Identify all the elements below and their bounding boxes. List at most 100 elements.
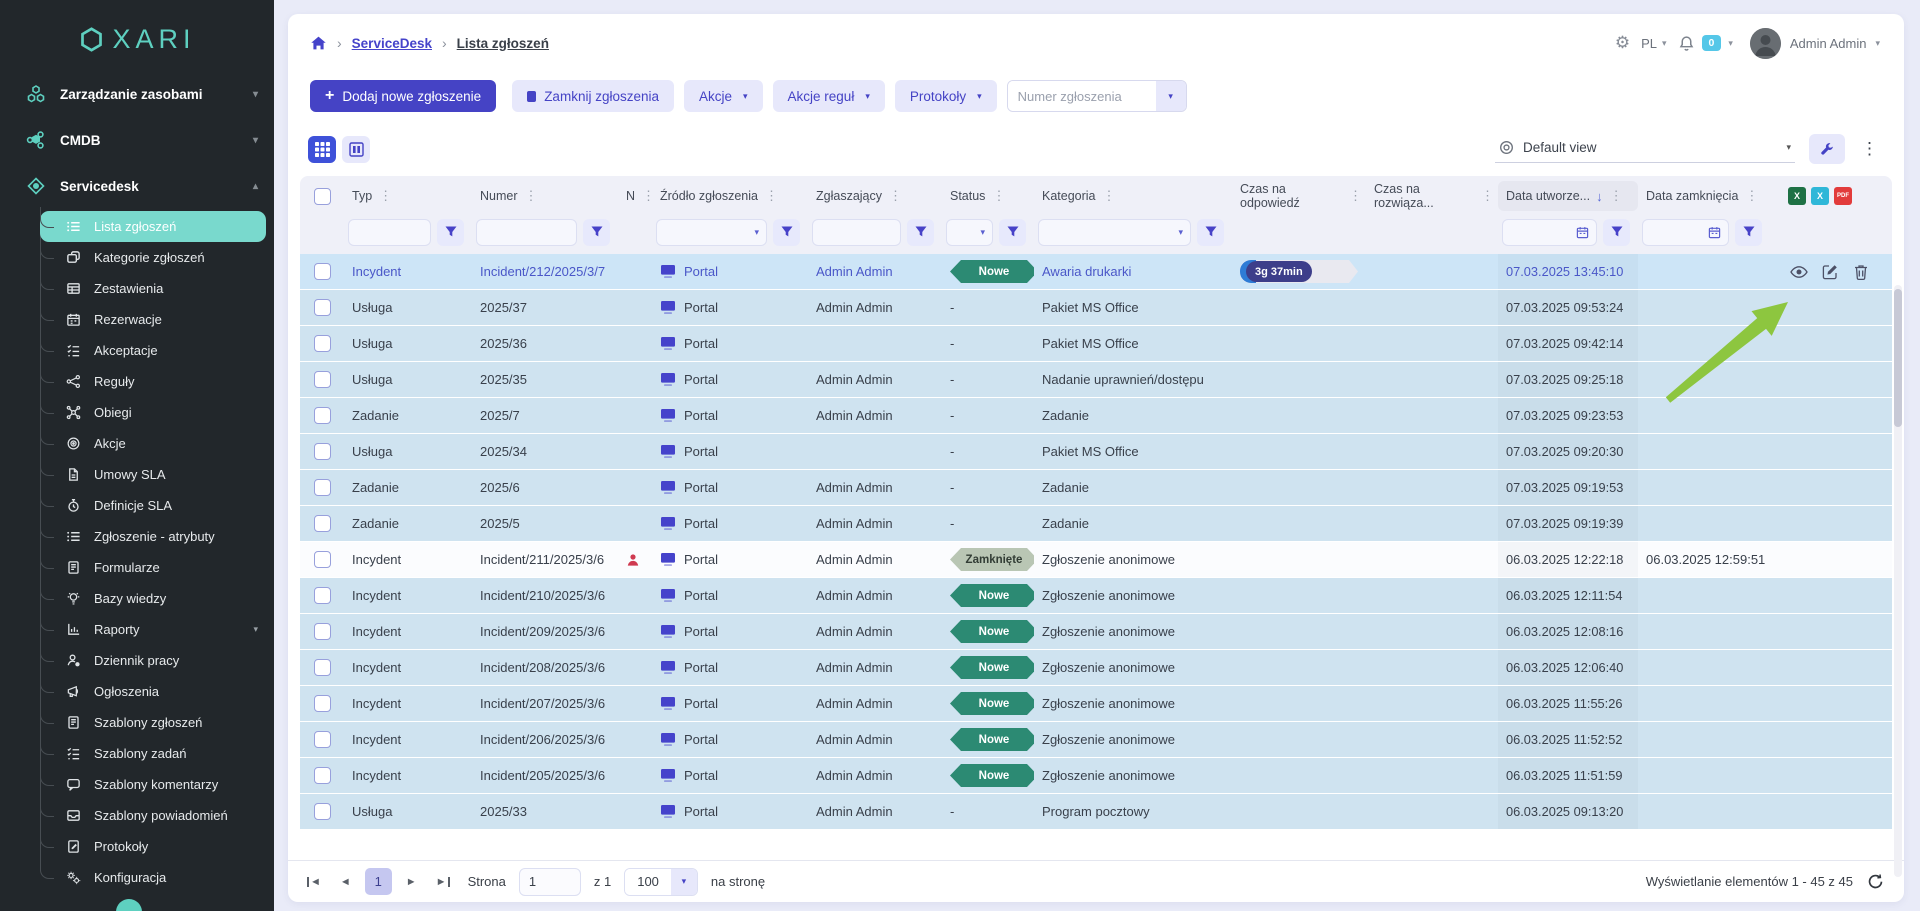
last-page-button[interactable]: ►	[431, 874, 455, 890]
row-checkbox[interactable]	[314, 479, 331, 496]
sidebar-item-dziennik-pracy[interactable]: Dziennik pracy	[40, 645, 266, 676]
filter-funnel-icon[interactable]	[907, 219, 934, 246]
row-checkbox[interactable]	[314, 731, 331, 748]
sidebar-item-zarzadzanie-zasobami[interactable]: Zarządzanie zasobami ▾	[0, 71, 274, 117]
pdf-export-icon[interactable]: PDF	[1834, 187, 1852, 205]
table-row[interactable]: IncydentIncident/205/2025/3/6PortalAdmin…	[300, 758, 1892, 794]
filter-input-zglaszajacy[interactable]	[812, 219, 901, 246]
row-checkbox[interactable]	[314, 263, 331, 280]
sidebar-item-szablony-powiadomie[interactable]: Szablony powiadomień	[40, 800, 266, 831]
page-size-select[interactable]: 100 ▾	[624, 868, 698, 896]
filter-funnel-icon[interactable]	[1197, 219, 1224, 246]
row-checkbox[interactable]	[314, 587, 331, 604]
preview-eye-button[interactable]	[1790, 263, 1808, 281]
actions-dropdown[interactable]: Akcje ▾	[684, 80, 763, 112]
add-ticket-button[interactable]: + Dodaj nowe zgłoszenie	[310, 80, 496, 112]
filter-funnel-icon[interactable]	[1603, 219, 1630, 246]
table-row[interactable]: IncydentIncident/207/2025/3/6PortalAdmin…	[300, 686, 1892, 722]
chevron-down-icon[interactable]: ▾	[1156, 81, 1186, 111]
table-row[interactable]: IncydentIncident/209/2025/3/6PortalAdmin…	[300, 614, 1892, 650]
column-menu-kebab[interactable]: ⋮	[765, 188, 778, 204]
filter-funnel-icon[interactable]	[583, 219, 610, 246]
notifications-menu[interactable]: 0 ▾	[1678, 35, 1733, 52]
sidebar-item-formularze[interactable]: Formularze	[40, 552, 266, 583]
row-checkbox[interactable]	[314, 443, 331, 460]
table-row[interactable]: IncydentIncident/212/2025/3/7PortalAdmin…	[300, 254, 1892, 290]
more-options-kebab[interactable]: ⋮	[1859, 139, 1880, 159]
sidebar-item-szablony-zada[interactable]: Szablony zadań	[40, 738, 266, 769]
sidebar-item-konfiguracja[interactable]: Konfiguracja	[40, 862, 266, 893]
protocols-dropdown[interactable]: Protokoły ▾	[895, 80, 997, 112]
filter-funnel-icon[interactable]	[773, 219, 800, 246]
filter-input-typ[interactable]	[348, 219, 431, 246]
table-row[interactable]: Usługa2025/37PortalAdmin Admin-Pakiet MS…	[300, 290, 1892, 326]
sidebar-item-cmdb[interactable]: CMDB ▾	[0, 117, 274, 163]
row-checkbox[interactable]	[314, 299, 331, 316]
select-all-checkbox[interactable]	[314, 188, 331, 205]
row-checkbox[interactable]	[314, 659, 331, 676]
help-fab[interactable]	[116, 899, 142, 911]
column-menu-kebab[interactable]: ⋮	[1481, 188, 1494, 204]
filter-select-kategoria[interactable]: ▾	[1038, 219, 1191, 246]
sidebar-item-regu-y[interactable]: Reguły	[40, 366, 266, 397]
sidebar-item-akcje[interactable]: Akcje	[40, 428, 266, 459]
edit-button[interactable]	[1821, 263, 1839, 281]
column-menu-kebab[interactable]: ⋮	[1745, 188, 1758, 204]
table-row[interactable]: IncydentIncident/208/2025/3/6PortalAdmin…	[300, 650, 1892, 686]
table-row[interactable]: Usługa2025/35PortalAdmin Admin-Nadanie u…	[300, 362, 1892, 398]
column-menu-kebab[interactable]: ⋮	[992, 188, 1005, 204]
sidebar-item-szablony-zg-osze[interactable]: Szablony zgłoszeń	[40, 707, 266, 738]
prev-page-button[interactable]: ◄	[335, 874, 356, 890]
sidebar-item-raporty[interactable]: Raporty▾	[40, 614, 266, 645]
table-row[interactable]: IncydentIncident/211/2025/3/6PortalAdmin…	[300, 542, 1892, 578]
grid-view-button[interactable]	[308, 136, 336, 163]
breadcrumb-servicedesk[interactable]: ServiceDesk	[352, 36, 432, 51]
user-menu[interactable]: Admin Admin ▾	[1750, 28, 1880, 59]
filter-select-status[interactable]: ▾	[946, 219, 993, 246]
settings-wrench-button[interactable]	[1809, 134, 1845, 164]
close-tickets-button[interactable]: Zamknij zgłoszenia	[512, 80, 674, 112]
column-menu-kebab[interactable]: ⋮	[525, 188, 538, 204]
kanban-view-button[interactable]	[342, 136, 370, 163]
filter-date-data_utw[interactable]	[1502, 219, 1597, 246]
sidebar-item-rezerwacje[interactable]: Rezerwacje	[40, 304, 266, 335]
sidebar-item-zg-oszenie-atrybuty[interactable]: Zgłoszenie - atrybuty	[40, 521, 266, 552]
excel-export-icon[interactable]: X	[1788, 187, 1806, 205]
table-row[interactable]: Usługa2025/34Portal-Pakiet MS Office07.0…	[300, 434, 1892, 470]
sidebar-item-protoko-y[interactable]: Protokoły	[40, 831, 266, 862]
filter-funnel-icon[interactable]	[1735, 219, 1762, 246]
filter-date-data_zam[interactable]	[1642, 219, 1729, 246]
ticket-number-input[interactable]	[1008, 81, 1156, 111]
sidebar-item-bazy-wiedzy[interactable]: Bazy wiedzy	[40, 583, 266, 614]
column-menu-kebab[interactable]: ⋮	[1103, 188, 1116, 204]
table-row[interactable]: Zadanie2025/6PortalAdmin Admin-Zadanie07…	[300, 470, 1892, 506]
sidebar-item-zestawienia[interactable]: Zestawienia	[40, 273, 266, 304]
sidebar-item-definicje-sla[interactable]: Definicje SLA	[40, 490, 266, 521]
vertical-scrollbar[interactable]	[1894, 285, 1902, 877]
home-icon[interactable]	[310, 35, 327, 52]
row-checkbox[interactable]	[314, 515, 331, 532]
sidebar-item-obiegi[interactable]: Obiegi	[40, 397, 266, 428]
sidebar-item-szablony-komentarzy[interactable]: Szablony komentarzy	[40, 769, 266, 800]
row-checkbox[interactable]	[314, 407, 331, 424]
filter-funnel-icon[interactable]	[437, 219, 464, 246]
table-row[interactable]: Zadanie2025/5PortalAdmin Admin-Zadanie07…	[300, 506, 1892, 542]
sort-desc-icon[interactable]: ↓	[1596, 189, 1603, 204]
column-menu-kebab[interactable]: ⋮	[379, 188, 392, 204]
current-page-button[interactable]: 1	[365, 868, 392, 895]
sidebar-item-kategorie-zg-osze[interactable]: Kategorie zgłoszeń	[40, 242, 266, 273]
table-row[interactable]: Usługa2025/36Portal-Pakiet MS Office07.0…	[300, 326, 1892, 362]
sidebar-item-lista-zg-osze[interactable]: Lista zgłoszeń	[40, 211, 266, 242]
next-page-button[interactable]: ►	[401, 874, 422, 890]
column-menu-kebab[interactable]: ⋮	[1349, 188, 1362, 204]
row-checkbox[interactable]	[314, 623, 331, 640]
table-row[interactable]: Usługa2025/33PortalAdmin Admin-Program p…	[300, 794, 1892, 830]
csv-export-icon[interactable]: X	[1811, 187, 1829, 205]
row-checkbox[interactable]	[314, 803, 331, 820]
refresh-icon[interactable]	[1867, 873, 1884, 890]
row-checkbox[interactable]	[314, 551, 331, 568]
sidebar-item-servicedesk[interactable]: Servicedesk ▴	[0, 163, 274, 209]
filter-funnel-icon[interactable]	[999, 219, 1026, 246]
view-select[interactable]: Default view ▾	[1495, 136, 1795, 163]
first-page-button[interactable]: ◄	[302, 874, 326, 890]
